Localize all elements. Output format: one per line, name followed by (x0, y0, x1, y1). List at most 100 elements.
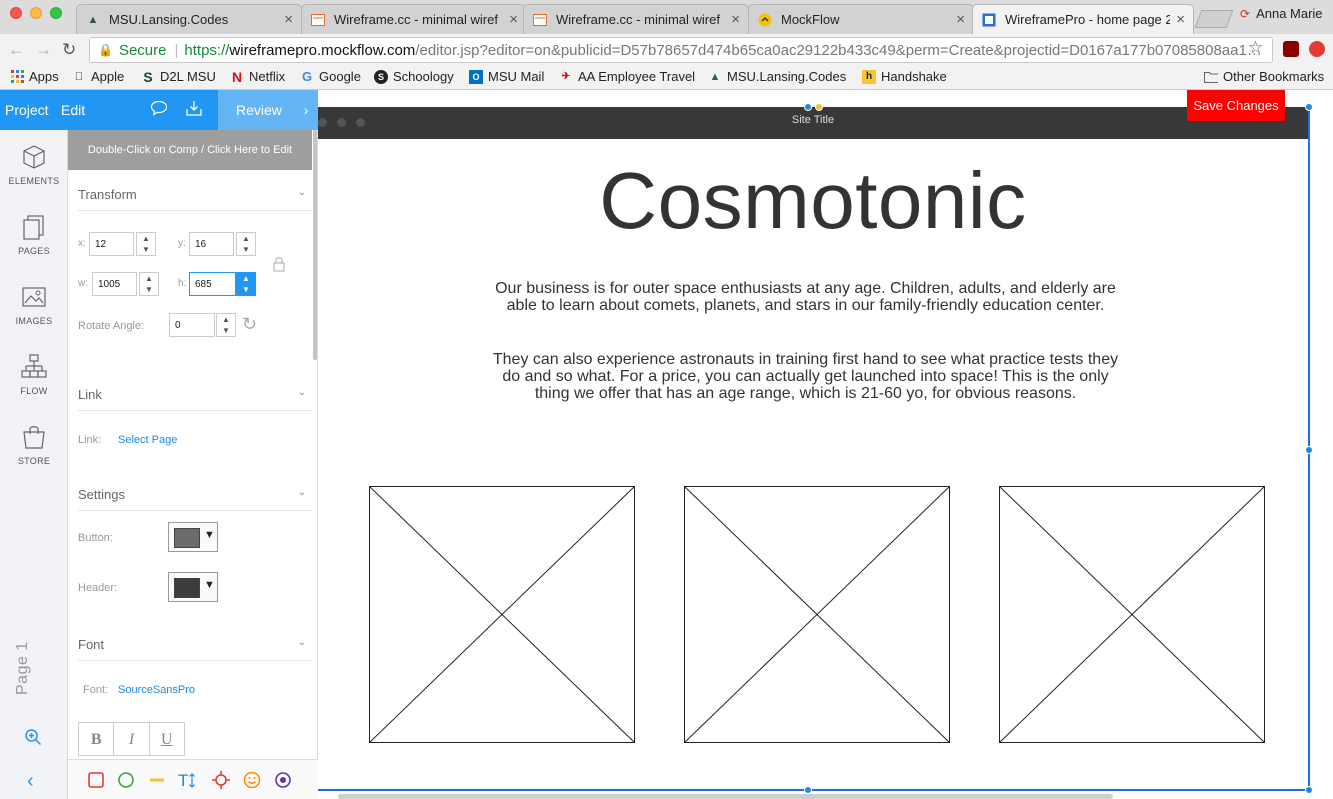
height-stepper[interactable]: ▲ ▼ (236, 272, 256, 296)
ublock-extension-icon[interactable] (1283, 41, 1299, 57)
bookmark-handshake[interactable]: h Handshake (862, 69, 947, 84)
width-stepper[interactable]: ▲ ▼ (139, 272, 159, 296)
image-placeholder[interactable] (999, 486, 1265, 743)
resize-handle[interactable] (804, 103, 812, 111)
image-placeholder[interactable] (684, 486, 950, 743)
paragraph-line: thing we offer that has an age range, wh… (534, 385, 1077, 402)
section-settings[interactable]: Settings ⌄ (78, 487, 312, 511)
close-window-button[interactable] (10, 7, 22, 19)
radio-tool-icon[interactable] (274, 771, 292, 789)
font-family-link[interactable]: SourceSansPro (118, 684, 195, 696)
menu-project[interactable]: Project (5, 102, 49, 118)
x-input[interactable]: 12 (89, 232, 134, 256)
bookmark-apple[interactable]:  Apple (72, 69, 124, 84)
maximize-window-button[interactable] (50, 7, 62, 19)
bold-button[interactable]: B (79, 723, 115, 755)
rotate-input[interactable]: 0 (169, 313, 215, 337)
collapse-chevron-left-icon[interactable]: ‹ (27, 770, 34, 793)
browser-tab[interactable]: MockFlow × (748, 4, 974, 34)
close-tab-icon[interactable]: × (956, 11, 965, 28)
save-changes-button[interactable]: Save Changes (1187, 90, 1285, 121)
section-font[interactable]: Font ⌄ (78, 637, 312, 661)
resize-handle[interactable] (1305, 786, 1313, 794)
page-heading[interactable]: Cosmotonic (318, 155, 1308, 247)
forward-arrow-icon[interactable]: → (35, 40, 52, 60)
profile-button[interactable]: ⟳ Anna Marie (1240, 6, 1323, 21)
minimize-window-button[interactable] (30, 7, 42, 19)
close-tab-icon[interactable]: × (1176, 11, 1185, 28)
export-icon[interactable] (185, 99, 203, 120)
rectangle-tool-icon[interactable] (87, 771, 105, 789)
bookmark-netflix[interactable]: N Netflix (230, 69, 285, 85)
close-tab-icon[interactable]: × (284, 11, 293, 28)
review-button[interactable]: Review › (218, 90, 318, 130)
bookmark-msu-mail[interactable]: O MSU Mail (469, 69, 544, 84)
y-input[interactable]: 16 (189, 232, 234, 256)
rotate-reset-icon[interactable]: ↻ (242, 314, 257, 335)
bookmark-aa-travel[interactable]: ✈ AA Employee Travel (559, 69, 695, 84)
bookmark-apps[interactable]: Apps (10, 69, 59, 84)
tab-title: MockFlow (781, 12, 840, 27)
lock-aspect-icon[interactable] (273, 256, 285, 275)
browser-tab[interactable]: Wireframe.cc - minimal wiref × (523, 4, 749, 34)
rail-pages[interactable]: PAGES (0, 214, 68, 256)
canvas-horizontal-scrollbar[interactable] (338, 794, 1113, 799)
zoom-icon[interactable] (24, 728, 42, 749)
google-icon: G (301, 69, 313, 84)
resize-handle[interactable] (1305, 103, 1313, 111)
circle-tool-icon[interactable] (117, 771, 135, 789)
x-stepper[interactable]: ▲ ▼ (136, 232, 156, 256)
close-tab-icon[interactable]: × (731, 11, 740, 28)
underline-button[interactable]: U (150, 723, 184, 755)
rail-flow[interactable]: FLOW (0, 354, 68, 396)
section-transform[interactable]: Transform ⌄ (78, 187, 312, 211)
reload-icon[interactable]: ↻ (62, 40, 76, 60)
rotate-handle[interactable] (815, 103, 823, 111)
line-tool-icon[interactable] (148, 771, 166, 789)
browser-tab[interactable]: Wireframe.cc - minimal wiref × (301, 4, 527, 34)
browser-tab[interactable]: ▲ MSU.Lansing.Codes × (76, 4, 302, 34)
section-link[interactable]: Link ⌄ (78, 387, 312, 411)
section-title: Link (78, 387, 102, 402)
width-input[interactable]: 1005 (92, 272, 137, 296)
rail-store[interactable]: STORE (0, 424, 68, 466)
code-icon: ▲ (87, 13, 99, 26)
design-canvas[interactable]: Site Title Save Changes Cosmotonic Our b… (318, 90, 1333, 799)
other-bookmarks[interactable]: Other Bookmarks (1204, 69, 1324, 84)
detail-paragraph[interactable]: They can also experience astronauts in t… (488, 351, 1123, 402)
back-arrow-icon[interactable]: ← (8, 40, 25, 60)
edit-hint-button[interactable]: Double-Click on Comp / Click Here to Edi… (68, 130, 312, 170)
image-placeholder[interactable] (369, 486, 635, 743)
menu-edit[interactable]: Edit (61, 102, 85, 118)
address-host: wireframepro.mockflow.com (229, 41, 416, 59)
select-page-link[interactable]: Select Page (118, 434, 177, 446)
header-color-picker[interactable]: ▼ (168, 572, 218, 602)
panel-scrollbar[interactable] (313, 130, 317, 360)
emoji-tool-icon[interactable] (243, 771, 261, 789)
resize-handle[interactable] (804, 786, 812, 794)
new-tab-button[interactable] (1194, 10, 1234, 28)
chevron-down-icon: ⌄ (297, 387, 306, 398)
comment-icon[interactable] (150, 100, 168, 119)
rail-images[interactable]: IMAGES (0, 284, 68, 326)
paragraph-line: do and so what. For a price, you can act… (502, 368, 1109, 385)
italic-button[interactable]: I (114, 723, 150, 755)
extension-icon[interactable] (1309, 41, 1325, 57)
height-input[interactable]: 685 (189, 272, 236, 296)
browser-tab-active[interactable]: WireframePro - home page 2 × (972, 4, 1194, 34)
bookmark-msu-codes[interactable]: ▲ MSU.Lansing.Codes (708, 69, 847, 84)
rail-elements[interactable]: ELEMENTS (0, 144, 68, 186)
address-bar[interactable]: 🔒 Secure | https:// wireframepro.mockflo… (89, 37, 1273, 63)
bookmark-schoology[interactable]: S Schoology (374, 69, 454, 84)
text-tool-icon[interactable]: T (178, 771, 196, 789)
y-stepper[interactable]: ▲ ▼ (236, 232, 256, 256)
button-color-picker[interactable]: ▼ (168, 522, 218, 552)
bookmark-google[interactable]: G Google (300, 69, 361, 84)
move-tool-icon[interactable] (212, 771, 230, 789)
resize-handle[interactable] (1305, 446, 1313, 454)
bookmark-d2l[interactable]: S D2L MSU (141, 69, 216, 85)
intro-paragraph[interactable]: Our business is for outer space enthusia… (488, 280, 1123, 314)
close-tab-icon[interactable]: × (509, 11, 518, 28)
bookmark-star-icon[interactable]: ☆ (1248, 38, 1263, 58)
rotate-stepper[interactable]: ▲ ▼ (216, 313, 236, 337)
